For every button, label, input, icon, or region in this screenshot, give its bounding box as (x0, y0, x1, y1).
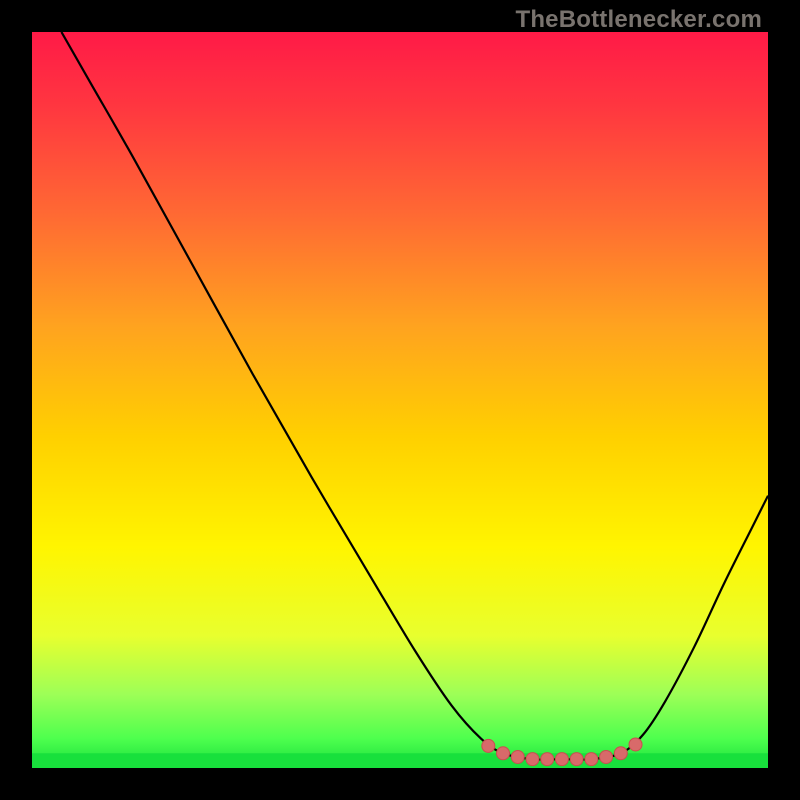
marker-dot (541, 753, 554, 766)
chart-svg (32, 32, 768, 768)
chart-frame (32, 32, 768, 768)
green-floor-band (32, 753, 768, 768)
watermark-text: TheBottlenecker.com (515, 6, 762, 34)
marker-dot (555, 753, 568, 766)
gradient-background (32, 32, 768, 768)
marker-dot (629, 738, 642, 751)
marker-dot (570, 753, 583, 766)
marker-dot (526, 753, 539, 766)
marker-dot (614, 747, 627, 760)
marker-dot (585, 753, 598, 766)
marker-dot (600, 750, 613, 763)
marker-dot (497, 747, 510, 760)
marker-dot (482, 739, 495, 752)
marker-dot (511, 750, 524, 763)
